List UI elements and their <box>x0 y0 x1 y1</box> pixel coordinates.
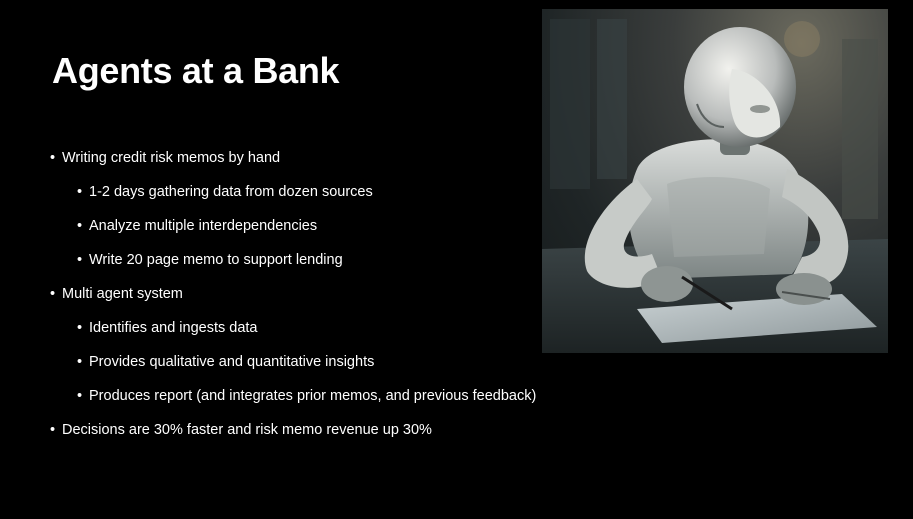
robot-writing-image <box>542 9 888 353</box>
sub-bullet-item: Analyze multiple interdependencies <box>77 216 536 236</box>
bullet-item: Writing credit risk memos by hand <box>50 148 536 168</box>
sub-bullet-item: Produces report (and integrates prior me… <box>77 386 536 406</box>
slide: Agents at a Bank Writing credit risk mem… <box>0 0 913 519</box>
sub-bullet-item: Write 20 page memo to support lending <box>77 250 536 270</box>
slide-title: Agents at a Bank <box>52 50 340 91</box>
bullet-list: Writing credit risk memos by hand 1-2 da… <box>50 148 536 440</box>
bullet-item: Multi agent system <box>50 284 536 304</box>
sub-bullet-item: Identifies and ingests data <box>77 318 536 338</box>
bullet-item: Decisions are 30% faster and risk memo r… <box>50 420 536 440</box>
sub-bullet-item: 1-2 days gathering data from dozen sourc… <box>77 182 536 202</box>
sub-bullet-item: Provides qualitative and quantitative in… <box>77 352 536 372</box>
